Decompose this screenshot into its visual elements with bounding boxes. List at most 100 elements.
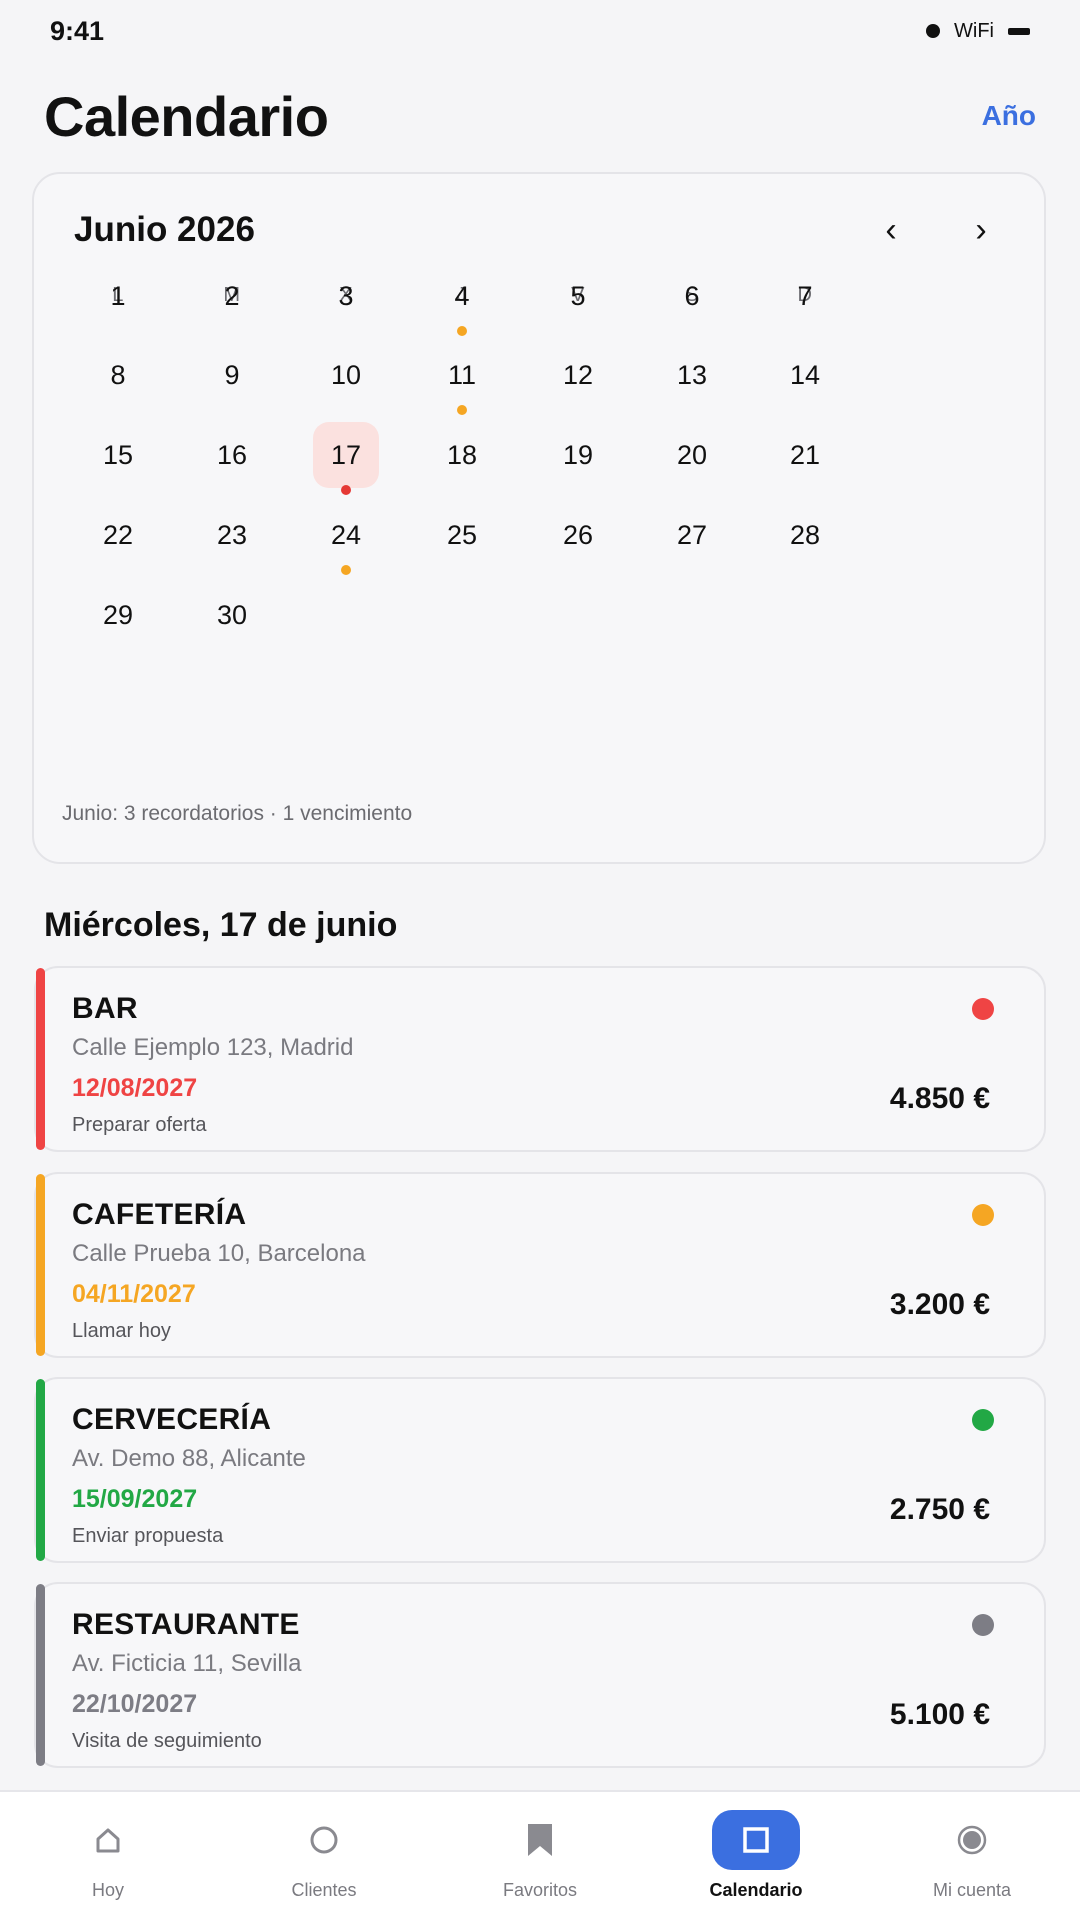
day-number: 12 xyxy=(562,359,594,390)
item-color-bar xyxy=(36,1584,45,1766)
item-title: CERVECERÍA xyxy=(72,1403,272,1436)
day-cell[interactable]: 9 xyxy=(199,342,265,408)
wifi-label: WiFi xyxy=(954,19,994,42)
day-cell[interactable]: 14 xyxy=(772,342,838,408)
day-cell[interactable]: 18 xyxy=(429,422,495,488)
nav-tab-label: Calendario xyxy=(709,1880,803,1900)
account-icon xyxy=(928,1810,1016,1870)
nav-tab-mi-cuenta[interactable]: Mi cuenta xyxy=(864,1792,1080,1920)
day-number: 22 xyxy=(102,519,134,550)
day-cell[interactable]: 23 xyxy=(199,502,265,568)
item-date: 04/11/2027 xyxy=(72,1280,196,1308)
nav-tab-label: Favoritos xyxy=(502,1880,578,1900)
day-number: 20 xyxy=(676,439,708,470)
day-cell[interactable]: 12 xyxy=(545,342,611,408)
day-number: 25 xyxy=(446,519,478,550)
day-cell[interactable]: 13 xyxy=(659,342,725,408)
day-cell[interactable]: 6 xyxy=(659,263,725,329)
item-note: Preparar oferta xyxy=(72,1114,207,1136)
calendar-card: Junio 2026 ‹ › LMXJVSD 1 2 3 4 5 6 7 8 9 10 11 12 13… xyxy=(32,172,1046,864)
item-address: Av. Ficticia 11, Sevilla xyxy=(72,1650,302,1677)
day-cell[interactable]: 15 xyxy=(85,422,151,488)
item-note: Visita de seguimiento xyxy=(72,1730,262,1752)
day-cell[interactable]: 2 xyxy=(199,263,265,329)
day-grid: 1 2 3 4 5 6 7 8 9 10 11 12 13 14 15 16 17 18 19 20 21 22 23 24 2… xyxy=(34,174,1048,866)
bottom-navigation: Hoy Clientes Favoritos Calendario Mi cuenta xyxy=(0,1790,1080,1920)
item-address: Calle Ejemplo 123, Madrid xyxy=(72,1034,354,1061)
day-cell[interactable]: 1 xyxy=(85,263,151,329)
signal-dot-icon xyxy=(926,24,941,38)
day-number: 15 xyxy=(102,439,134,470)
item-address: Av. Demo 88, Alicante xyxy=(72,1445,306,1472)
nav-tab-clientes[interactable]: Clientes xyxy=(216,1792,432,1920)
item-amount: 5.100 € xyxy=(889,1698,990,1731)
day-cell[interactable]: 26 xyxy=(545,502,611,568)
event-marker-dot xyxy=(457,326,467,336)
page-title: Calendario xyxy=(44,84,329,148)
home-icon xyxy=(64,1810,152,1870)
header: Calendario Año xyxy=(44,80,1036,152)
status-dot-icon xyxy=(972,1409,994,1431)
day-cell[interactable]: 7 xyxy=(772,263,838,329)
item-note: Llamar hoy xyxy=(72,1320,171,1342)
item-amount: 3.200 € xyxy=(889,1288,990,1321)
day-number: 11 xyxy=(447,359,477,390)
status-indicators: WiFi xyxy=(926,20,1030,43)
day-number: 10 xyxy=(330,359,362,390)
day-cell[interactable]: 25 xyxy=(429,502,495,568)
day-number: 5 xyxy=(570,280,586,311)
status-time: 9:41 xyxy=(50,15,105,46)
day-cell[interactable]: 24 xyxy=(313,502,379,568)
day-cell[interactable]: 29 xyxy=(85,582,151,648)
day-number: 24 xyxy=(330,519,362,550)
nav-tab-label: Hoy xyxy=(91,1880,124,1900)
item-color-bar xyxy=(36,1379,45,1561)
day-number: 18 xyxy=(446,439,478,470)
day-cell[interactable]: 16 xyxy=(199,422,265,488)
day-cell[interactable]: 20 xyxy=(659,422,725,488)
status-bar: 9:41 WiFi xyxy=(0,0,1080,62)
battery-icon xyxy=(1008,27,1030,35)
day-cell[interactable]: 11 xyxy=(429,342,495,408)
item-date: 12/08/2027 xyxy=(72,1074,198,1102)
day-cell[interactable]: 30 xyxy=(199,582,265,648)
status-dot-icon xyxy=(972,1204,994,1226)
day-cell[interactable]: 21 xyxy=(772,422,838,488)
status-dot-icon xyxy=(972,998,994,1020)
day-cell-selected[interactable]: 17 xyxy=(313,422,379,488)
item-color-bar xyxy=(36,968,45,1150)
nav-tab-favoritos[interactable]: Favoritos xyxy=(432,1792,648,1920)
day-number: 17 xyxy=(330,439,362,470)
day-number: 3 xyxy=(338,280,354,311)
day-cell[interactable]: 19 xyxy=(545,422,611,488)
nav-tab-label: Mi cuenta xyxy=(932,1880,1012,1900)
agenda-item-card[interactable]: CERVECERÍA Av. Demo 88, Alicante 15/09/202… xyxy=(34,1377,1046,1563)
nav-tab-hoy[interactable]: Hoy xyxy=(0,1792,216,1920)
day-number: 6 xyxy=(684,280,700,311)
agenda-item-card[interactable]: RESTAURANTE Av. Ficticia 11, Sevilla 22/10… xyxy=(34,1582,1046,1768)
day-cell[interactable]: 10 xyxy=(313,342,379,408)
selected-day-heading: Miércoles, 17 de junio xyxy=(44,906,398,944)
day-cell[interactable]: 28 xyxy=(772,502,838,568)
day-number: 8 xyxy=(110,359,126,390)
agenda-item-card[interactable]: CAFETERÍA Calle Prueba 10, Barcelona 04/11… xyxy=(34,1172,1046,1358)
circle-icon xyxy=(280,1810,368,1870)
day-cell[interactable]: 22 xyxy=(85,502,151,568)
event-marker-dot xyxy=(457,405,467,415)
day-number: 16 xyxy=(216,439,248,470)
day-cell[interactable]: 4 xyxy=(429,263,495,329)
status-dot-icon xyxy=(972,1614,994,1636)
day-number: 1 xyxy=(110,280,126,311)
day-cell[interactable]: 5 xyxy=(545,263,611,329)
day-cell[interactable]: 27 xyxy=(659,502,725,568)
event-marker-dot xyxy=(341,565,351,575)
nav-tab-calendario[interactable]: Calendario xyxy=(648,1792,864,1920)
day-number: 4 xyxy=(454,280,470,311)
day-number: 9 xyxy=(224,359,240,390)
day-cell[interactable]: 8 xyxy=(85,342,151,408)
day-number: 23 xyxy=(216,519,248,550)
year-view-link[interactable]: Año xyxy=(982,100,1036,132)
day-cell[interactable]: 3 xyxy=(313,263,379,329)
agenda-item-card[interactable]: BAR Calle Ejemplo 123, Madrid 12/08/2027 Pr… xyxy=(34,966,1046,1152)
item-title: BAR xyxy=(72,992,138,1025)
